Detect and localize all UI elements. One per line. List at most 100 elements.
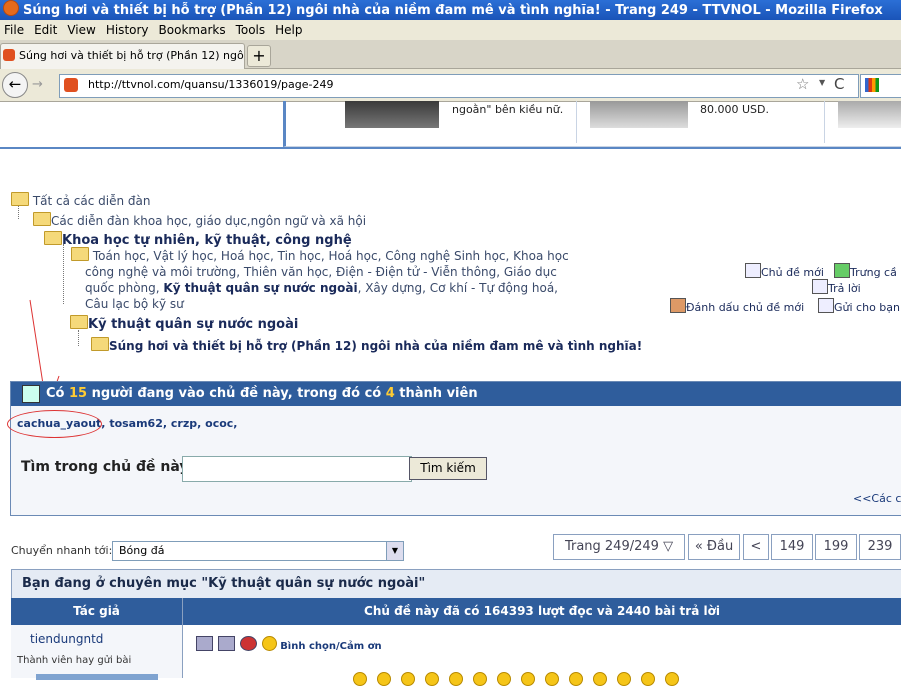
page-prev-button[interactable]: <: [743, 534, 769, 560]
menu-tools[interactable]: Tools: [236, 23, 266, 37]
reload-button[interactable]: C: [834, 75, 844, 93]
edit-icon[interactable]: [196, 636, 213, 651]
vote-thanks-link[interactable]: Bình chọn/Cảm ơn: [280, 641, 381, 652]
online-users-bar: Có 15 người đang vào chủ đề này, trong đ…: [11, 382, 901, 406]
google-icon[interactable]: [865, 78, 879, 92]
page-link[interactable]: 199: [815, 534, 857, 560]
menu-view[interactable]: View: [67, 23, 95, 37]
menu-bookmarks[interactable]: Bookmarks: [159, 23, 226, 37]
breadcrumb-level-0[interactable]: Tất cả các diễn đàn: [11, 192, 151, 208]
subforum-line-2[interactable]: công nghệ và môi trường, Thiên văn học, …: [71, 264, 569, 280]
new-topics-link[interactable]: Chủ đề mới: [745, 263, 824, 279]
user-link[interactable]: tosam62: [109, 417, 163, 430]
smile-icon[interactable]: [593, 672, 607, 686]
subforum-line-4[interactable]: Câu lạc bộ kỹ sư: [71, 296, 569, 312]
ad-text-2[interactable]: 80.000 USD.: [700, 103, 769, 116]
online-total: 15: [69, 386, 88, 401]
send-to-friend-link[interactable]: Gửi cho bạn: [818, 298, 900, 314]
breadcrumb-level-4[interactable]: Súng hơi và thiết bị hỗ trợ (Phần 12) ng…: [91, 337, 642, 353]
ad-divider: [824, 101, 825, 143]
new-tab-button[interactable]: +: [247, 45, 271, 67]
tree-line: [63, 244, 64, 304]
folder-icon: [70, 315, 88, 329]
print-icon[interactable]: [218, 636, 235, 651]
back-button[interactable]: ←: [2, 72, 28, 98]
smile-icon[interactable]: [473, 672, 487, 686]
subforum-current[interactable]: Kỹ thuật quân sự nước ngoài: [163, 281, 357, 295]
page-link[interactable]: 149: [771, 534, 813, 560]
smile-icon[interactable]: [641, 672, 655, 686]
column-divider: [182, 598, 183, 678]
annotation-circle: [7, 410, 102, 438]
mark-icon: [670, 298, 686, 313]
subforum-line-1[interactable]: Toán học, Vật lý học, Hoá học, Tin học, …: [93, 249, 569, 263]
post-author-rank: Thành viên hay gửi bài: [17, 655, 132, 666]
thread-search-button[interactable]: Tìm kiếm: [409, 457, 487, 480]
reply-link[interactable]: Trả lời: [812, 279, 861, 295]
url-text[interactable]: http://ttvnol.com/quansu/1336019/page-24…: [88, 74, 334, 96]
window-title: Súng hơi và thiết bị hỗ trợ (Phần 12) ng…: [23, 3, 883, 18]
poll-icon: [834, 263, 850, 278]
user-link[interactable]: ococ: [205, 417, 233, 430]
smile-icon[interactable]: [617, 672, 631, 686]
reply-icon: [812, 279, 828, 294]
online-members: 4: [385, 386, 395, 401]
mark-new-link[interactable]: Đánh dấu chủ đề mới: [670, 298, 804, 314]
poll-link[interactable]: Trưng cầ: [834, 263, 897, 279]
ad-image-1[interactable]: [345, 101, 439, 128]
site-favicon-icon: [3, 49, 15, 61]
chevron-down-icon: ▽: [663, 539, 674, 554]
breadcrumb-level-2[interactable]: Khoa học tự nhiên, kỹ thuật, công nghệ: [44, 231, 352, 248]
smile-icon[interactable]: [449, 672, 463, 686]
page-indicator-dropdown[interactable]: Trang 249/249 ▽: [553, 534, 685, 560]
menu-edit[interactable]: Edit: [34, 23, 57, 37]
page-divider: [0, 147, 901, 149]
smile-icon[interactable]: [545, 672, 559, 686]
url-favicon-icon: [64, 78, 78, 92]
author-column-header: Tác giả: [73, 604, 120, 618]
page-first-button[interactable]: « Đầu: [688, 534, 740, 560]
url-dropdown-icon[interactable]: ▼: [819, 78, 825, 87]
smile-icon[interactable]: [401, 672, 415, 686]
section-header: Bạn đang ở chuyên mục "Kỹ thuật quân sự …: [11, 569, 901, 599]
tab-active[interactable]: Súng hơi và thiết bị hỗ trợ (Phần 12) ng…: [0, 43, 245, 69]
window-title-bar: Súng hơi và thiết bị hỗ trợ (Phần 12) ng…: [0, 0, 901, 20]
ad-image-2[interactable]: [590, 101, 688, 128]
chevron-down-icon[interactable]: ▼: [386, 542, 403, 560]
posts-table-header: Tác giả Chủ đề này đã có 164393 lượt đọc…: [11, 598, 901, 625]
smile-icon[interactable]: [569, 672, 583, 686]
post-author-name[interactable]: tiendungntd: [30, 632, 103, 646]
smile-icon[interactable]: [497, 672, 511, 686]
report-icon[interactable]: [240, 636, 257, 651]
smile-icon[interactable]: [521, 672, 535, 686]
breadcrumb-level-3[interactable]: Kỹ thuật quân sự nước ngoài: [70, 315, 298, 332]
tab-label: Súng hơi và thiết bị hỗ trợ (Phần 12) ng…: [19, 49, 245, 62]
menu-help[interactable]: Help: [275, 23, 302, 37]
menu-file[interactable]: File: [4, 23, 24, 37]
folder-icon: [71, 247, 89, 261]
more-topics-link[interactable]: <<Các ch: [853, 492, 901, 505]
subforum-line-3: quốc phòng, Kỹ thuật quân sự nước ngoài,…: [85, 281, 558, 295]
menu-history[interactable]: History: [106, 23, 149, 37]
bookmark-star-icon[interactable]: ☆: [796, 75, 809, 93]
send-icon: [818, 298, 834, 313]
breadcrumb-level-1[interactable]: Các diễn đàn khoa học, giáo dục,ngôn ngữ…: [33, 212, 366, 228]
ad-text-1[interactable]: ngoằn" bên kiều nữ.: [452, 103, 563, 116]
quick-jump-select[interactable]: Bóng đá ▼: [112, 541, 404, 561]
ad-image-3[interactable]: [838, 101, 901, 128]
smile-icon[interactable]: [353, 672, 367, 686]
folder-icon: [91, 337, 109, 351]
quick-jump-value: Bóng đá: [119, 544, 165, 557]
smile-icon[interactable]: [262, 636, 277, 651]
user-link[interactable]: crzp: [171, 417, 197, 430]
smile-icon[interactable]: [425, 672, 439, 686]
smile-icon[interactable]: [377, 672, 391, 686]
page-link[interactable]: 239: [859, 534, 901, 560]
ad-divider: [576, 101, 577, 143]
firefox-icon: [3, 0, 19, 16]
smile-icon[interactable]: [665, 672, 679, 686]
forward-button[interactable]: →: [29, 76, 46, 93]
thread-search-input[interactable]: [182, 456, 412, 482]
tree-line: [78, 330, 79, 346]
avatar[interactable]: [36, 674, 158, 680]
